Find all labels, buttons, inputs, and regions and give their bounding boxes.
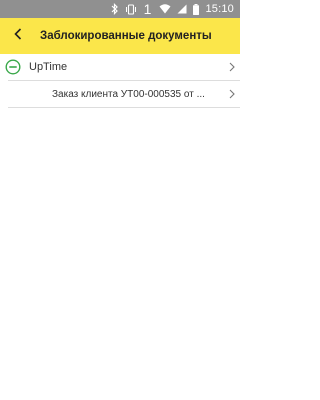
page-title: Заблокированные документы [40,30,212,42]
tree-item-document[interactable]: Заказ клиента УТ00-000535 от ... [0,80,240,108]
collapse-icon[interactable] [5,59,21,75]
signal-icon [177,0,187,18]
app-header: Заблокированные документы [0,18,240,54]
wifi-icon [159,0,171,18]
chevron-left-icon [14,27,22,45]
sim-indicator: 1 [143,1,152,17]
vibrate-icon [125,0,137,18]
back-button[interactable] [0,18,36,54]
battery-icon [193,0,200,18]
chevron-right-icon [228,88,236,100]
tree-group-label: UpTime [29,61,68,73]
status-clock: 15:10 [205,3,234,15]
tree-group-uptime[interactable]: UpTime [0,54,240,81]
chevron-right-icon [228,61,236,73]
document-label: Заказ клиента УТ00-000535 от ... [52,88,205,100]
row-divider [8,107,240,108]
status-bar: 1 15:10 [0,0,240,18]
bluetooth-icon [111,0,119,18]
blocked-documents-tree: UpTime Заказ клиента УТ00-000535 от ... [0,54,240,108]
